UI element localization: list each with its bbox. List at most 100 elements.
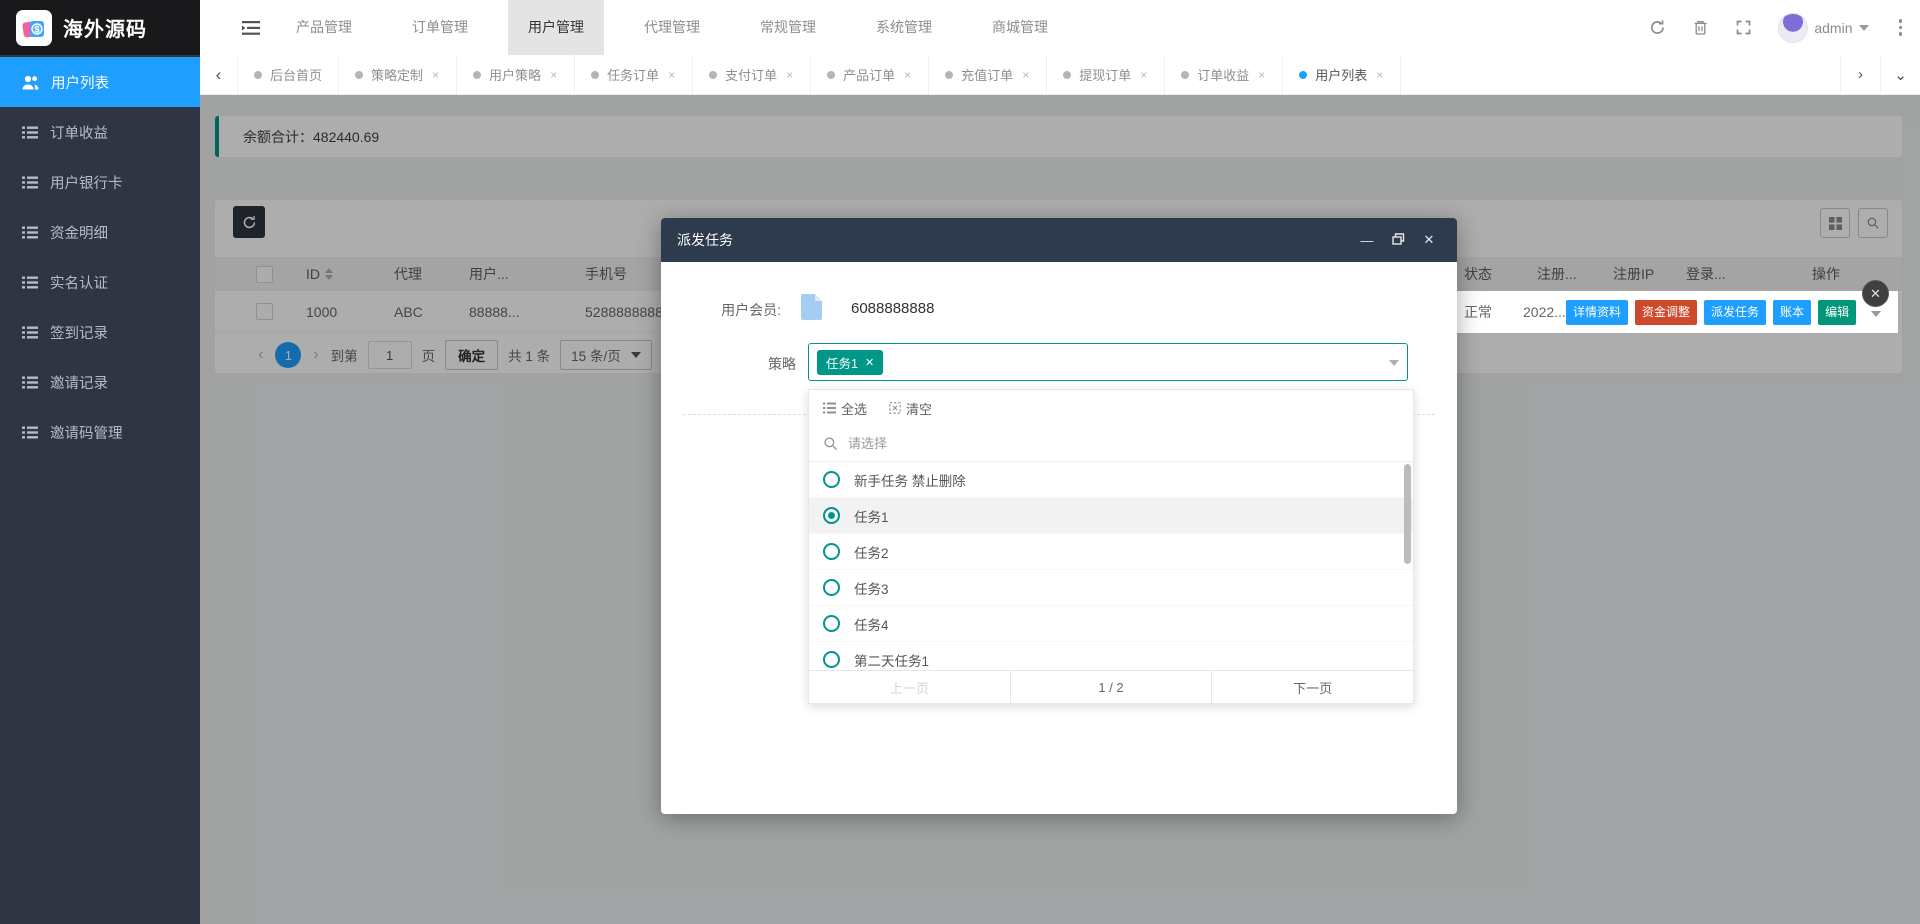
sidebar: 用户列表 订单收益 用户银行卡 资金明细 实名认证 签到记录 邀请记录 邀请码: [0, 55, 200, 924]
policy-label: 策略: [661, 354, 796, 374]
close-icon[interactable]: ×: [1139, 68, 1148, 82]
tab-dot: [709, 71, 717, 79]
edit-button[interactable]: 编辑: [1818, 300, 1856, 325]
tab-recharge-orders[interactable]: 充值订单×: [929, 55, 1047, 94]
popup-close-icon[interactable]: ✕: [1862, 280, 1889, 307]
dropdown-toolbar: 全选 清空: [809, 390, 1413, 426]
tab-dot: [827, 71, 835, 79]
nav-item-system[interactable]: 系统管理: [856, 0, 952, 55]
dropdown-pager: 上一页 1 / 2 下一页: [809, 670, 1413, 704]
option-day2-task1[interactable]: 第二天任务1: [809, 642, 1413, 670]
refresh-icon[interactable]: [1649, 19, 1666, 36]
option-task3[interactable]: 任务3: [809, 570, 1413, 606]
tab-pay-orders[interactable]: 支付订单×: [693, 55, 811, 94]
fullscreen-icon[interactable]: [1735, 19, 1752, 36]
user-menu[interactable]: admin: [1778, 13, 1868, 43]
file-icon: [801, 294, 822, 325]
sidebar-item-user-list[interactable]: 用户列表: [0, 57, 200, 107]
sidebar-item-order-income[interactable]: 订单收益: [0, 107, 200, 157]
sidebar-item-realname-auth[interactable]: 实名认证: [0, 257, 200, 307]
pager-next-button[interactable]: 下一页: [1212, 671, 1413, 704]
tab-home[interactable]: 后台首页: [238, 55, 339, 94]
modal-window-controls: — ✕: [1359, 232, 1441, 248]
nav-item-product[interactable]: 产品管理: [276, 0, 372, 55]
sidebar-collapse-icon[interactable]: [236, 0, 266, 55]
nav-item-user[interactable]: 用户管理: [508, 0, 604, 55]
sidebar-item-checkin-records[interactable]: 签到记录: [0, 307, 200, 357]
tab-user-strategy[interactable]: 用户策略×: [457, 55, 575, 94]
close-icon[interactable]: ×: [431, 68, 440, 82]
modal-header: 派发任务 — ✕: [661, 218, 1457, 262]
more-options-icon[interactable]: [1895, 15, 1907, 40]
option-task2[interactable]: 任务2: [809, 534, 1413, 570]
pager-info: 1 / 2: [1010, 671, 1213, 704]
row-actions-popup: 正常 2022... 详情资料 资金调整 派发任务 账本 编辑: [1457, 291, 1898, 333]
sidebar-item-fund-detail[interactable]: 资金明细: [0, 207, 200, 257]
list-icon: [22, 426, 38, 439]
sidebar-item-user-bankcard[interactable]: 用户银行卡: [0, 157, 200, 207]
fund-adjust-button[interactable]: 资金调整: [1635, 300, 1697, 325]
member-label: 用户会员:: [661, 300, 781, 320]
tabs-scroll-right-icon[interactable]: ›: [1840, 55, 1880, 95]
tabs-menu-icon[interactable]: ⌄: [1880, 55, 1920, 95]
close-icon[interactable]: ×: [785, 68, 794, 82]
tab-user-list[interactable]: 用户列表×: [1283, 55, 1401, 94]
radio-checked-icon: [823, 507, 840, 524]
nav-item-general[interactable]: 常规管理: [740, 0, 836, 55]
sidebar-item-invite-records[interactable]: 邀请记录: [0, 357, 200, 407]
detail-button[interactable]: 详情资料: [1566, 300, 1628, 325]
nav-item-mall[interactable]: 商城管理: [972, 0, 1068, 55]
nav-item-agent[interactable]: 代理管理: [624, 0, 720, 55]
close-icon[interactable]: ×: [1257, 68, 1266, 82]
tab-dot: [1181, 71, 1189, 79]
list-icon: [22, 276, 38, 289]
option-task4[interactable]: 任务4: [809, 606, 1413, 642]
tab-strategy-custom[interactable]: 策略定制×: [339, 55, 457, 94]
tag-remove-icon[interactable]: ✕: [865, 356, 874, 369]
policy-dropdown: 全选 清空 新手任务 禁止删除 任务1: [808, 389, 1414, 704]
top-nav: 产品管理 订单管理 用户管理 代理管理 常规管理 系统管理 商城管理: [200, 0, 1920, 55]
page-tabbar: ‹ 后台首页 策略定制× 用户策略× 任务订单× 支付订单× 产品订单× 充值订…: [200, 55, 1920, 95]
sidebar-item-invite-code[interactable]: 邀请码管理: [0, 407, 200, 457]
list-icon: [22, 226, 38, 239]
clear-button[interactable]: 清空: [889, 399, 932, 418]
close-icon[interactable]: ×: [903, 68, 912, 82]
nav-item-order[interactable]: 订单管理: [392, 0, 488, 55]
member-value: 6088888888: [851, 300, 934, 317]
selected-tag: 任务1 ✕: [817, 350, 883, 375]
radio-icon: [823, 615, 840, 632]
policy-select[interactable]: 任务1 ✕: [808, 343, 1408, 381]
tab-product-orders[interactable]: 产品订单×: [811, 55, 929, 94]
dispatch-task-modal: 派发任务 — ✕ 用户会员: 6088888888 策略 任务1: [661, 218, 1457, 814]
option-newbie-task[interactable]: 新手任务 禁止删除: [809, 462, 1413, 498]
tabs-scroll-left-icon[interactable]: ‹: [200, 55, 238, 94]
pager-prev-button[interactable]: 上一页: [809, 671, 1010, 704]
radio-icon: [823, 651, 840, 668]
tab-dot: [591, 71, 599, 79]
tab-order-income[interactable]: 订单收益×: [1165, 55, 1283, 94]
close-icon[interactable]: ×: [1021, 68, 1030, 82]
users-icon: [22, 75, 39, 90]
close-icon[interactable]: ×: [667, 68, 676, 82]
dispatch-task-button[interactable]: 派发任务: [1704, 300, 1766, 325]
ledger-button[interactable]: 账本: [1773, 300, 1811, 325]
tab-dot: [1063, 71, 1071, 79]
maximize-icon[interactable]: [1390, 233, 1406, 248]
scrollbar-thumb[interactable]: [1404, 464, 1411, 564]
close-icon[interactable]: ×: [549, 68, 558, 82]
close-icon[interactable]: ✕: [1421, 232, 1437, 248]
tab-dot: [1299, 71, 1307, 79]
dropdown-options: 新手任务 禁止删除 任务1 任务2 任务3 任务4: [809, 462, 1413, 670]
close-icon[interactable]: ×: [1375, 68, 1384, 82]
top-header: $ 海外源码 产品管理 订单管理 用户管理 代理管理 常规管理 系统管理 商城管…: [0, 0, 1920, 55]
avatar[interactable]: [1778, 13, 1808, 43]
trash-icon[interactable]: [1692, 19, 1709, 36]
option-task1[interactable]: 任务1: [809, 498, 1413, 534]
tab-withdraw-orders[interactable]: 提现订单×: [1047, 55, 1165, 94]
minimize-icon[interactable]: —: [1359, 233, 1375, 248]
select-all-button[interactable]: 全选: [823, 399, 867, 418]
username: admin: [1814, 20, 1852, 36]
dropdown-search-input[interactable]: [848, 436, 1399, 451]
chevron-down-icon: [1859, 25, 1869, 31]
tab-task-orders[interactable]: 任务订单×: [575, 55, 693, 94]
